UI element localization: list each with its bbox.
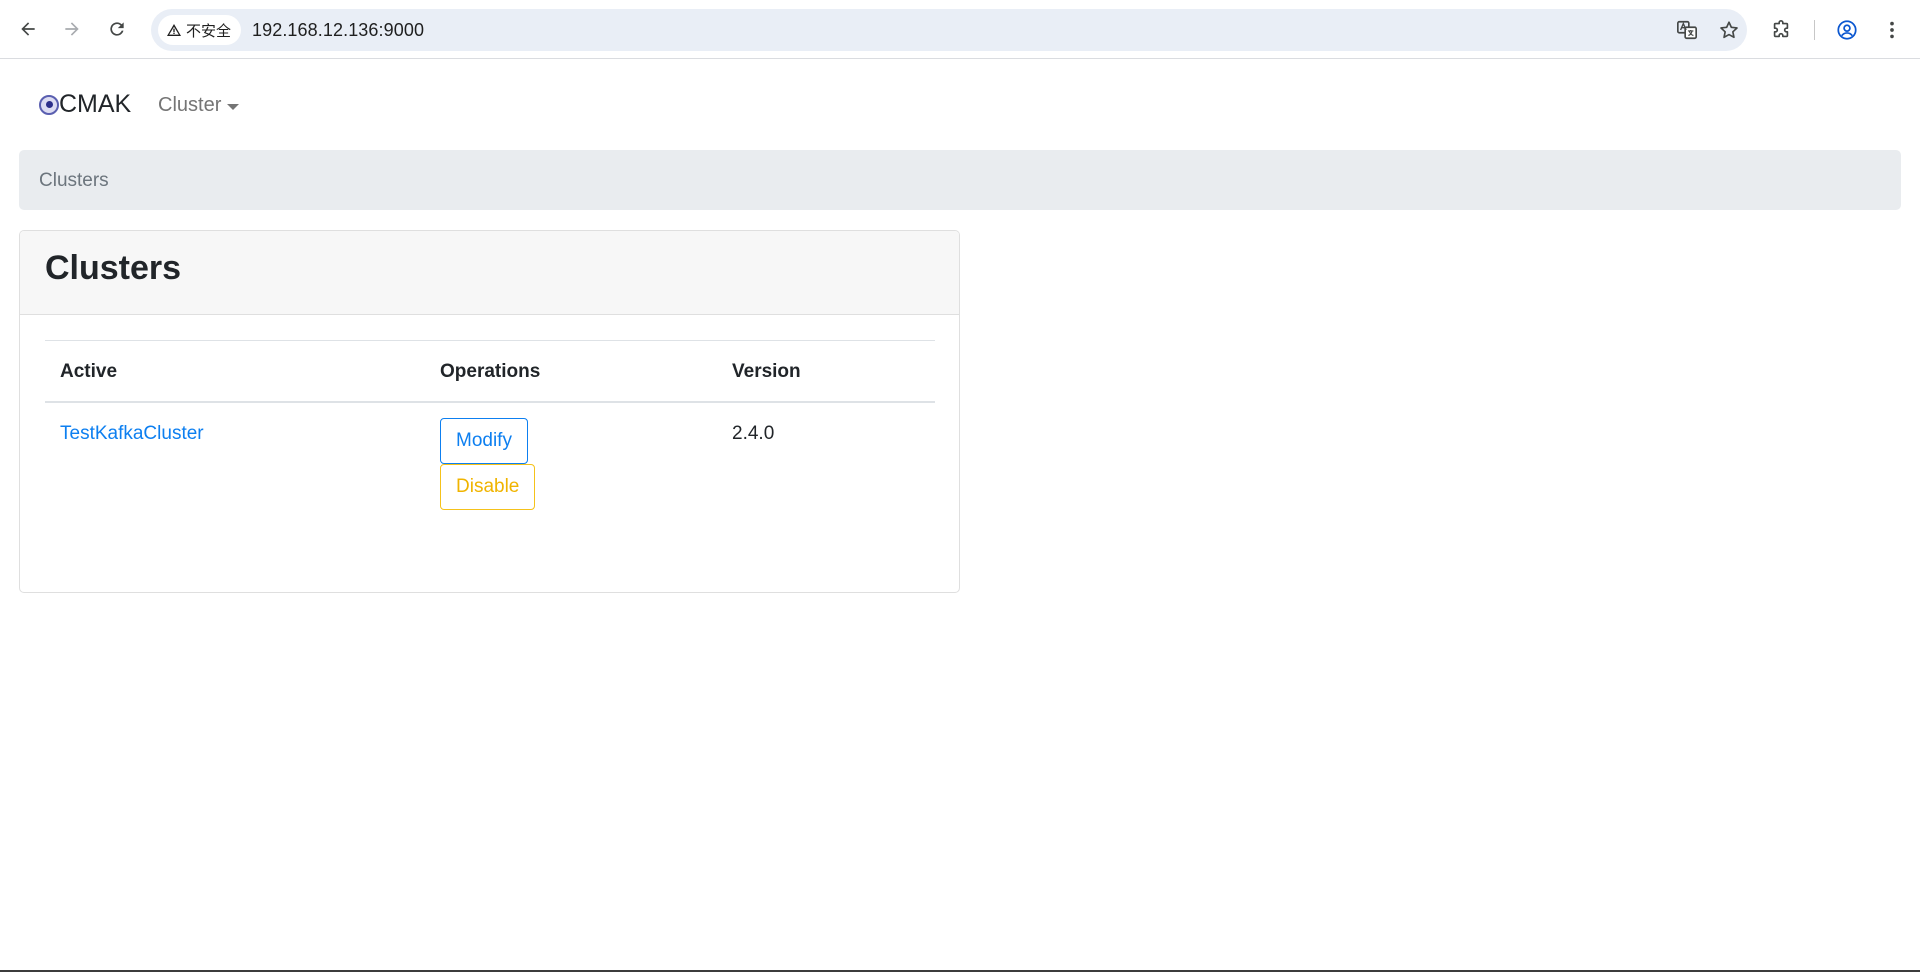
star-icon <box>1720 21 1738 39</box>
security-chip[interactable]: 不安全 <box>158 15 242 45</box>
reload-icon <box>110 22 124 36</box>
warning-triangle-icon <box>167 24 181 36</box>
cluster-dropdown[interactable]: Cluster <box>158 94 240 117</box>
bookmark-button[interactable] <box>1717 18 1741 42</box>
table-row: TestKafkaCluster Modify Disable 2.4.0 <box>45 402 935 530</box>
toolbar-separator <box>1814 20 1815 40</box>
browser-toolbar: 不安全 192.168.12.136:9000 <box>0 0 1920 59</box>
profile-button[interactable] <box>1833 16 1861 44</box>
kebab-menu-icon <box>1890 21 1894 39</box>
reload-button[interactable] <box>100 12 134 46</box>
puzzle-icon <box>1773 20 1789 38</box>
translate-icon <box>1677 20 1697 40</box>
header-operations: Operations <box>425 340 717 403</box>
card-header: Clusters <box>20 231 959 315</box>
extensions-button[interactable] <box>1767 16 1795 44</box>
address-bar[interactable]: 不安全 192.168.12.136:9000 <box>151 9 1747 51</box>
cell-version: 2.4.0 <box>732 423 775 444</box>
cell-active: TestKafkaCluster <box>45 402 425 530</box>
clusters-table: Active Operations Version TestKafkaClust… <box>45 340 935 530</box>
arrow-right-icon <box>65 22 79 36</box>
browser-menu-button[interactable] <box>1878 16 1906 44</box>
clusters-card: Clusters Active Operations Version TestK… <box>19 230 960 593</box>
brand-name: CMAK <box>59 90 132 118</box>
forward-button[interactable] <box>55 12 89 46</box>
translate-button[interactable] <box>1675 18 1699 42</box>
url-text[interactable]: 192.168.12.136:9000 <box>252 20 424 41</box>
card-title: Clusters <box>45 249 182 287</box>
arrow-left-icon <box>21 22 35 36</box>
breadcrumb: Clusters <box>19 150 1901 210</box>
modify-button[interactable]: Modify <box>440 418 528 464</box>
header-version: Version <box>717 340 935 403</box>
brand-link[interactable]: CMAK <box>39 90 131 119</box>
header-active: Active <box>45 340 425 403</box>
cluster-dropdown-label: Cluster <box>158 94 222 116</box>
cluster-link[interactable]: TestKafkaCluster <box>60 423 204 444</box>
account-circle-icon <box>1837 20 1857 40</box>
back-button[interactable] <box>11 12 45 46</box>
security-label: 不安全 <box>186 22 232 40</box>
breadcrumb-item-clusters: Clusters <box>39 170 109 191</box>
cmak-logo-icon <box>39 94 59 115</box>
caret-down-icon <box>227 103 240 110</box>
clusters-table-wrapper: Active Operations Version TestKafkaClust… <box>45 340 935 530</box>
top-navbar: CMAK Cluster <box>0 60 1920 148</box>
cell-operations: Modify Disable <box>425 402 717 530</box>
table-header-row: Active Operations Version <box>45 340 935 403</box>
disable-button[interactable]: Disable <box>440 464 536 510</box>
